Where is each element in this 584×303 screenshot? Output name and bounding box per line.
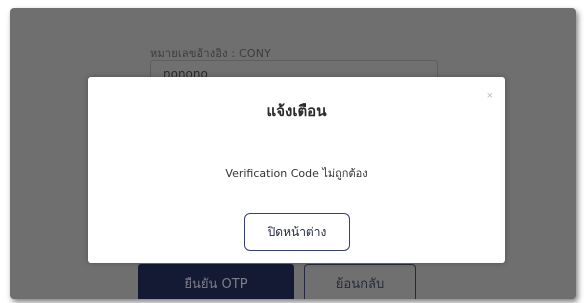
- back-button[interactable]: ย้อนกลับ: [304, 264, 416, 299]
- close-window-button[interactable]: ปิดหน้าต่าง: [244, 213, 350, 251]
- alert-modal: × แจ้งเตือน Verification Code ไม่ถูกต้อง…: [88, 77, 505, 263]
- modal-message: Verification Code ไม่ถูกต้อง: [225, 167, 368, 180]
- modal-title: แจ้งเตือน: [266, 102, 327, 120]
- screen-frame: หมายเลขอ้างอิง : CONY nonono ยืนยัน OTP …: [0, 0, 584, 303]
- confirm-otp-button[interactable]: ยืนยัน OTP: [138, 264, 294, 299]
